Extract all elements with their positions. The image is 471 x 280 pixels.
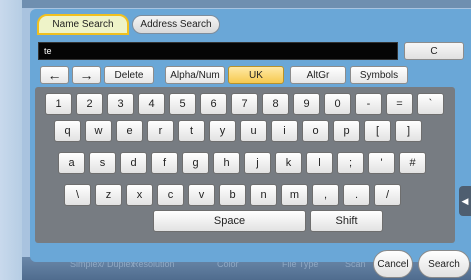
- key-row1-3[interactable]: 4: [138, 93, 165, 115]
- left-strip: [0, 0, 22, 280]
- key-row1-6[interactable]: 7: [231, 93, 258, 115]
- delete-button[interactable]: Delete: [104, 66, 154, 84]
- key-row1-1[interactable]: 2: [76, 93, 103, 115]
- key-row4-2[interactable]: x: [126, 184, 153, 206]
- key-row2-3[interactable]: r: [147, 120, 174, 142]
- key-row3-8[interactable]: l: [306, 152, 333, 174]
- cursor-left-button[interactable]: ←: [40, 66, 69, 84]
- key-row3-9[interactable]: ;: [337, 152, 364, 174]
- key-row2-2[interactable]: e: [116, 120, 143, 142]
- key-row1-0[interactable]: 1: [45, 93, 72, 115]
- clear-button[interactable]: C: [404, 42, 464, 60]
- arrow-left-icon: ◀: [461, 195, 469, 206]
- key-row4-0[interactable]: \: [64, 184, 91, 206]
- key-row4-9[interactable]: .: [343, 184, 370, 206]
- altgr-button[interactable]: AltGr: [290, 66, 346, 84]
- key-row3-2[interactable]: d: [120, 152, 147, 174]
- key-row4-8[interactable]: ,: [312, 184, 339, 206]
- key-row4-1[interactable]: z: [95, 184, 122, 206]
- key-row2-1[interactable]: w: [85, 120, 112, 142]
- key-row3-3[interactable]: f: [151, 152, 178, 174]
- key-row2-5[interactable]: y: [209, 120, 236, 142]
- key-row2-7[interactable]: i: [271, 120, 298, 142]
- cursor-right-button[interactable]: →: [72, 66, 101, 84]
- key-row3-4[interactable]: g: [182, 152, 209, 174]
- key-row3-5[interactable]: h: [213, 152, 240, 174]
- key-row2-4[interactable]: t: [178, 120, 205, 142]
- key-row4-7[interactable]: m: [281, 184, 308, 206]
- key-row4-3[interactable]: c: [157, 184, 184, 206]
- key-row1-11[interactable]: =: [386, 93, 413, 115]
- key-row3-10[interactable]: ': [368, 152, 395, 174]
- key-row4-5[interactable]: b: [219, 184, 246, 206]
- top-strip: [22, 0, 471, 8]
- key-row3-1[interactable]: s: [89, 152, 116, 174]
- key-row2-6[interactable]: u: [240, 120, 267, 142]
- key-row2-11[interactable]: ]: [395, 120, 422, 142]
- symbols-button[interactable]: Symbols: [350, 66, 408, 84]
- key-row3-0[interactable]: a: [58, 152, 85, 174]
- space-key[interactable]: Space: [153, 210, 306, 232]
- key-row2-0[interactable]: q: [54, 120, 81, 142]
- key-row1-2[interactable]: 3: [107, 93, 134, 115]
- side-panel-tab[interactable]: ◀: [459, 186, 471, 216]
- key-row1-12[interactable]: `: [417, 93, 444, 115]
- key-row1-7[interactable]: 8: [262, 93, 289, 115]
- key-row1-5[interactable]: 6: [200, 93, 227, 115]
- shift-key[interactable]: Shift: [310, 210, 383, 232]
- key-row2-10[interactable]: [: [364, 120, 391, 142]
- key-row2-9[interactable]: p: [333, 120, 360, 142]
- key-row1-9[interactable]: 0: [324, 93, 351, 115]
- search-text-field[interactable]: te: [38, 42, 398, 60]
- cancel-button[interactable]: Cancel: [373, 250, 413, 278]
- search-button[interactable]: Search: [418, 250, 470, 278]
- uk-layout-button[interactable]: UK: [228, 66, 284, 84]
- key-row4-10[interactable]: /: [374, 184, 401, 206]
- alphanum-button[interactable]: Alpha/Num: [165, 66, 225, 84]
- key-row3-6[interactable]: j: [244, 152, 271, 174]
- key-row1-10[interactable]: -: [355, 93, 382, 115]
- key-row2-8[interactable]: o: [302, 120, 329, 142]
- key-row3-11[interactable]: #: [399, 152, 426, 174]
- key-row1-8[interactable]: 9: [293, 93, 320, 115]
- tab-name-search[interactable]: Name Search: [37, 14, 129, 35]
- key-row4-6[interactable]: n: [250, 184, 277, 206]
- tab-address-search[interactable]: Address Search: [132, 15, 220, 34]
- key-row1-4[interactable]: 5: [169, 93, 196, 115]
- key-row4-4[interactable]: v: [188, 184, 215, 206]
- key-row3-7[interactable]: k: [275, 152, 302, 174]
